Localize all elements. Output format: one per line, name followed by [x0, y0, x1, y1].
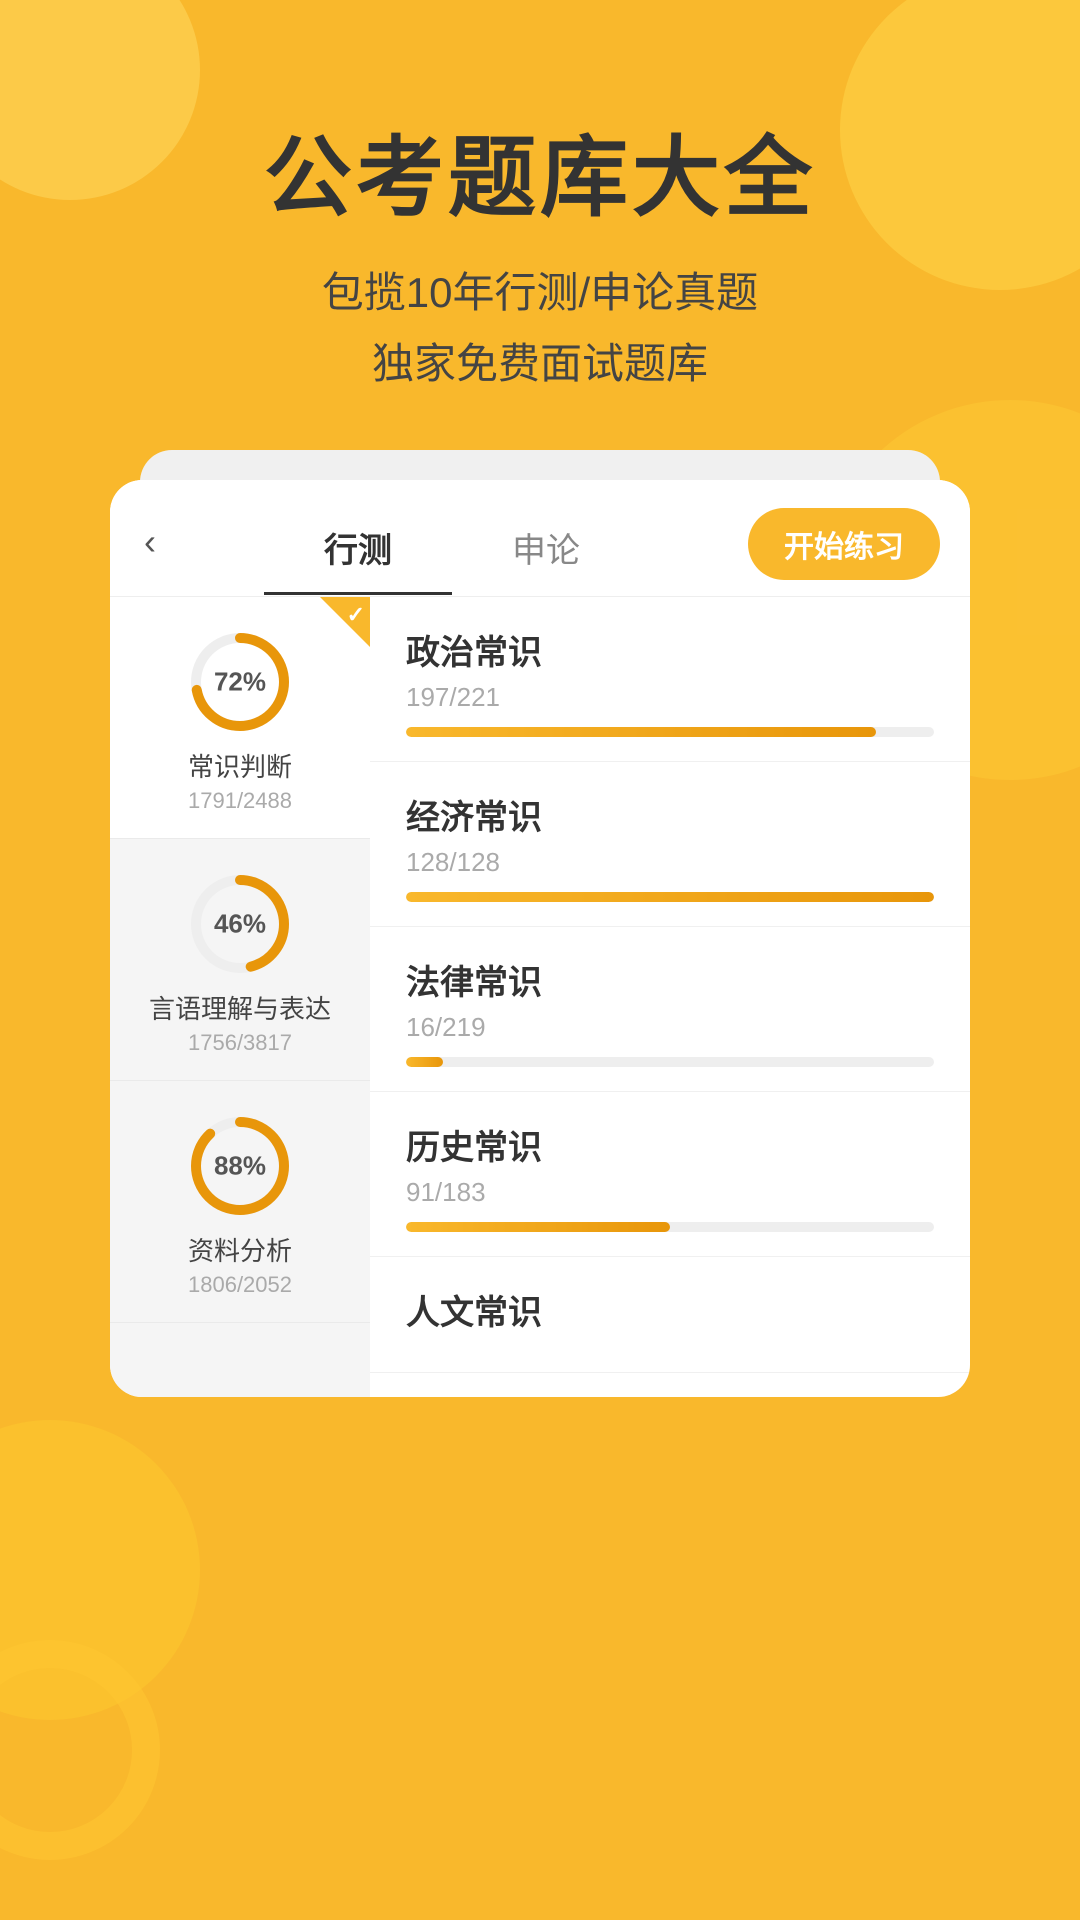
category-count-ziliao: 1806/2052 [188, 1272, 292, 1298]
header-section: 公考题库大全 包揽10年行测/申论真题 独家免费面试题库 [0, 0, 1080, 400]
card-body: ✓ 72% 常识判断 1791/2488 [110, 597, 970, 1397]
left-panel: ✓ 72% 常识判断 1791/2488 [110, 597, 370, 1397]
ring-percent-ziliao: 88% [214, 1150, 266, 1181]
tab-shenlun[interactable]: 申论 [452, 511, 640, 595]
back-button[interactable]: ‹ [140, 521, 172, 583]
progress-ring-ziliao: 88% [185, 1111, 295, 1221]
progress-bar-fill-falv [406, 1057, 443, 1067]
subject-name-falv: 法律常识 [406, 955, 934, 1004]
subject-name-lishi: 历史常识 [406, 1120, 934, 1169]
progress-ring-changshi: 72% [185, 627, 295, 737]
card-header: ‹ 行测 申论 开始练习 [110, 480, 970, 597]
sub-title: 包揽10年行测/申论真题 独家免费面试题库 [0, 257, 1080, 400]
tab-hangjian[interactable]: 行测 [264, 511, 452, 595]
subject-name-jingji: 经济常识 [406, 790, 934, 839]
main-card: ‹ 行测 申论 开始练习 ✓ [110, 480, 970, 1397]
subject-item-zhengzhi[interactable]: 政治常识 197/221 [370, 597, 970, 762]
subject-item-lishi[interactable]: 历史常识 91/183 [370, 1092, 970, 1257]
category-name-yanyu: 言语理解与表达 [149, 989, 331, 1026]
category-item-changshi[interactable]: ✓ 72% 常识判断 1791/2488 [110, 597, 370, 839]
ring-percent-yanyu: 46% [214, 908, 266, 939]
tab-group: 行测 申论 [172, 510, 732, 594]
subject-count-falv: 16/219 [406, 1012, 934, 1043]
subject-count-lishi: 91/183 [406, 1177, 934, 1208]
subject-count-zhengzhi: 197/221 [406, 682, 934, 713]
category-name-changsji: 常识判断 [188, 747, 292, 784]
right-panel: 政治常识 197/221 经济常识 128/128 法律常识 [370, 597, 970, 1397]
progress-bar-wrap-lishi [406, 1222, 934, 1232]
subject-item-falv[interactable]: 法律常识 16/219 [370, 927, 970, 1092]
progress-bar-fill-lishi [406, 1222, 670, 1232]
progress-bar-fill-zhengzhi [406, 727, 876, 737]
progress-ring-yanyu: 46% [185, 869, 295, 979]
progress-bar-wrap-falv [406, 1057, 934, 1067]
check-icon: ✓ [347, 602, 365, 628]
subject-name-zhengzhi: 政治常识 [406, 625, 934, 674]
category-name-ziliao: 资料分析 [188, 1231, 292, 1268]
sub-line1: 包揽10年行测/申论真题 [0, 257, 1080, 328]
subject-item-renwen[interactable]: 人文常识 [370, 1257, 970, 1373]
main-title: 公考题库大全 [0, 130, 1080, 227]
category-item-yanyu[interactable]: 46% 言语理解与表达 1756/3817 [110, 839, 370, 1081]
progress-bar-fill-jingji [406, 892, 934, 902]
subject-item-jingji[interactable]: 经济常识 128/128 [370, 762, 970, 927]
cards-container: ‹ 行测 申论 开始练习 ✓ [110, 480, 970, 1397]
subject-count-jingji: 128/128 [406, 847, 934, 878]
sub-line2: 独家免费面试题库 [0, 328, 1080, 399]
ring-percent-changsji: 72% [214, 666, 266, 697]
category-count-changsji: 1791/2488 [188, 788, 292, 814]
progress-bar-wrap-zhengzhi [406, 727, 934, 737]
start-practice-button[interactable]: 开始练习 [748, 508, 940, 580]
category-count-yanyu: 1756/3817 [188, 1030, 292, 1056]
progress-bar-wrap-jingji [406, 892, 934, 902]
subject-name-renwen: 人文常识 [406, 1285, 934, 1334]
category-item-ziliao[interactable]: 88% 资料分析 1806/2052 [110, 1081, 370, 1323]
